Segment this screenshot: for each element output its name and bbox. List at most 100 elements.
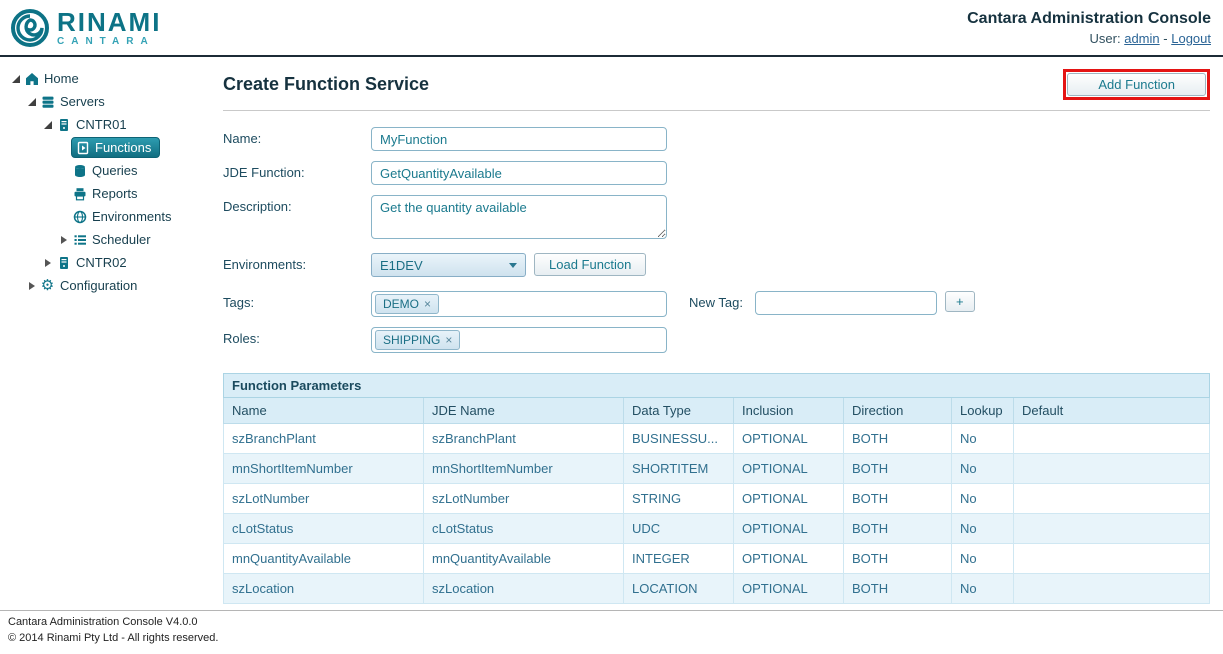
cell-lookup: No (952, 574, 1014, 604)
title-row: Create Function Service Add Function (223, 63, 1210, 111)
cell-jde-name: szLocation (424, 574, 624, 604)
name-input[interactable] (371, 127, 667, 151)
sidebar-item-servers[interactable]: Servers (6, 90, 211, 113)
sidebar-item-queries[interactable]: Queries (6, 159, 211, 182)
cell-jde-name: mnShortItemNumber (424, 454, 624, 484)
table-row[interactable]: szLocation szLocation LOCATION OPTIONAL … (224, 574, 1210, 604)
sidebar-item-functions[interactable]: Functions (6, 136, 211, 159)
table-row[interactable]: mnShortItemNumber mnShortItemNumber SHOR… (224, 454, 1210, 484)
environments-label: Environments: (223, 253, 371, 272)
sidebar-item-environments[interactable]: Environments (6, 205, 211, 228)
highlight-annotation: Add Function (1063, 69, 1210, 100)
remove-tag-icon[interactable]: × (424, 297, 431, 311)
user-link[interactable]: admin (1124, 31, 1159, 46)
gear-icon: ⚙ (39, 278, 56, 293)
tag-chip: DEMO × (375, 294, 439, 314)
expand-arrow-icon[interactable] (24, 98, 39, 106)
cell-default (1014, 574, 1210, 604)
main-panel: Create Function Service Add Function Nam… (215, 57, 1223, 610)
cell-jde-name: szLotNumber (424, 484, 624, 514)
logo-line2: CANTARA (57, 37, 161, 47)
column-header: Data Type (624, 398, 734, 424)
new-tag-label: New Tag: (689, 291, 755, 310)
create-function-form: Name: JDE Function: Description: Get the… (223, 127, 1210, 353)
tags-input[interactable]: DEMO × (371, 291, 667, 317)
cell-lookup: No (952, 484, 1014, 514)
cell-direction: BOTH (844, 424, 952, 454)
cell-default (1014, 484, 1210, 514)
cell-data-type: UDC (624, 514, 734, 544)
add-function-button[interactable]: Add Function (1067, 73, 1206, 96)
tag-label: DEMO (383, 297, 419, 311)
roles-row: Roles: SHIPPING × (223, 327, 1210, 353)
cell-name: mnQuantityAvailable (224, 544, 424, 574)
cell-default (1014, 424, 1210, 454)
table-title-row: Function Parameters (224, 374, 1210, 398)
sidebar: Home Servers (0, 57, 215, 610)
collapse-arrow-icon[interactable] (24, 282, 39, 290)
logo: RINAMI CANTARA (10, 8, 161, 48)
tags-row: Tags: DEMO × New Tag: + (223, 291, 1210, 317)
table-row[interactable]: szBranchPlant szBranchPlant BUSINESSU...… (224, 424, 1210, 454)
load-function-button[interactable]: Load Function (534, 253, 646, 276)
roles-label: Roles: (223, 327, 371, 346)
cell-default (1014, 544, 1210, 574)
collapse-arrow-icon[interactable] (56, 236, 71, 244)
cell-data-type: STRING (624, 484, 734, 514)
page: RINAMI CANTARA Cantara Administration Co… (0, 0, 1223, 654)
cell-direction: BOTH (844, 514, 952, 544)
sidebar-item-label: Queries (92, 163, 138, 178)
sidebar-item-scheduler[interactable]: Scheduler (6, 228, 211, 251)
servers-icon (39, 95, 56, 109)
table-row[interactable]: szLotNumber szLotNumber STRING OPTIONAL … (224, 484, 1210, 514)
server-icon (55, 118, 72, 132)
cell-default (1014, 514, 1210, 544)
expand-arrow-icon[interactable] (40, 121, 55, 129)
table-row[interactable]: mnQuantityAvailable mnQuantityAvailable … (224, 544, 1210, 574)
roles-input[interactable]: SHIPPING × (371, 327, 667, 353)
sidebar-item-label: Functions (95, 140, 151, 155)
cell-jde-name: mnQuantityAvailable (424, 544, 624, 574)
jde-function-row: JDE Function: (223, 161, 1210, 185)
environments-dropdown[interactable]: E1DEV (371, 253, 526, 277)
cell-lookup: No (952, 544, 1014, 574)
cell-jde-name: szBranchPlant (424, 424, 624, 454)
cell-data-type: BUSINESSU... (624, 424, 734, 454)
jde-function-input[interactable] (371, 161, 667, 185)
cell-direction: BOTH (844, 544, 952, 574)
footer: Cantara Administration Console V4.0.0 © … (0, 610, 1223, 654)
logo-line1: RINAMI (57, 9, 161, 35)
sidebar-item-configuration[interactable]: ⚙ Configuration (6, 274, 211, 297)
column-header: Direction (844, 398, 952, 424)
sidebar-item-cntr01[interactable]: CNTR01 (6, 113, 211, 136)
sidebar-item-reports[interactable]: Reports (6, 182, 211, 205)
server-icon (55, 256, 72, 270)
footer-version: Cantara Administration Console V4.0.0 (8, 615, 1215, 630)
sidebar-item-label: CNTR01 (76, 117, 127, 132)
content: Home Servers (0, 57, 1223, 610)
sidebar-item-label: Scheduler (92, 232, 151, 247)
collapse-arrow-icon[interactable] (40, 259, 55, 267)
sidebar-item-label: Servers (60, 94, 105, 109)
sidebar-item-label: Home (44, 71, 79, 86)
rinami-logo-icon (10, 8, 50, 48)
logout-link[interactable]: Logout (1171, 31, 1211, 46)
globe-icon (71, 210, 88, 224)
description-input[interactable]: Get the quantity available (371, 195, 667, 239)
add-tag-button[interactable]: + (945, 291, 975, 312)
sidebar-item-label: Reports (92, 186, 138, 201)
environments-value: E1DEV (380, 258, 423, 273)
sidebar-item-label: Configuration (60, 278, 137, 293)
role-label: SHIPPING (383, 333, 440, 347)
cell-inclusion: OPTIONAL (734, 424, 844, 454)
name-row: Name: (223, 127, 1210, 151)
remove-role-icon[interactable]: × (445, 333, 452, 347)
table-row[interactable]: cLotStatus cLotStatus UDC OPTIONAL BOTH … (224, 514, 1210, 544)
expand-arrow-icon[interactable] (8, 75, 23, 83)
sidebar-item-home[interactable]: Home (6, 67, 211, 90)
cell-name: mnShortItemNumber (224, 454, 424, 484)
cell-lookup: No (952, 424, 1014, 454)
sidebar-item-cntr02[interactable]: CNTR02 (6, 251, 211, 274)
new-tag-input[interactable] (755, 291, 937, 315)
user-label: User: (1090, 31, 1121, 46)
